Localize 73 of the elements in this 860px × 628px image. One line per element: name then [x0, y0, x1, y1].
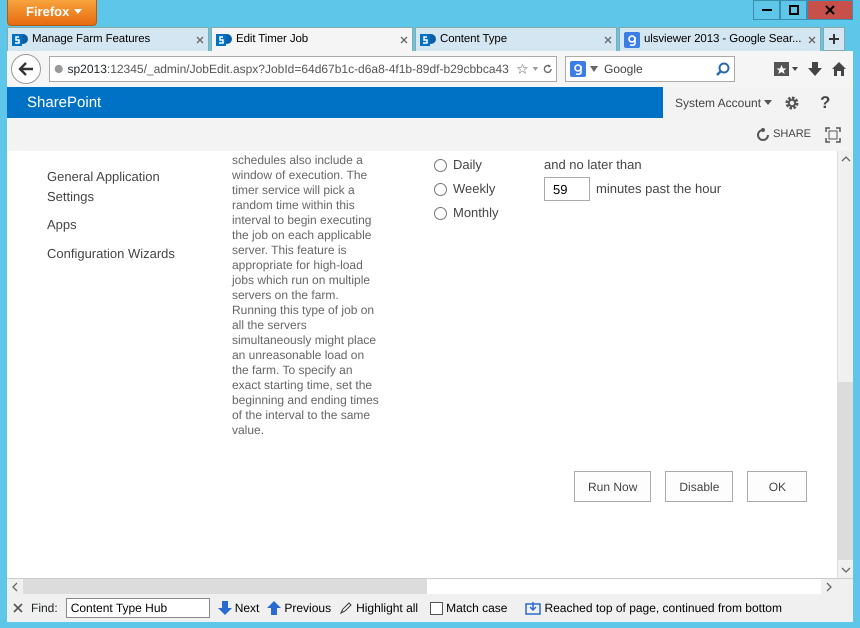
scrollbar-thumb[interactable]	[838, 382, 853, 560]
search-icon[interactable]	[716, 62, 730, 76]
minimize-button[interactable]	[753, 0, 780, 20]
tab-title: Edit Timer Job	[236, 32, 310, 47]
back-arrow-icon	[18, 62, 34, 76]
home-icon[interactable]	[831, 61, 847, 77]
next-button[interactable]: Next	[218, 599, 260, 617]
marker-icon	[339, 601, 354, 615]
bookmarks-icon[interactable]	[773, 61, 799, 77]
find-label: Find:	[31, 600, 58, 617]
close-icon[interactable]	[400, 36, 408, 44]
site-icon	[216, 32, 232, 48]
plus-icon	[828, 33, 840, 45]
up-arrow-icon	[267, 600, 282, 616]
nav-link[interactable]: Configuration Wizards	[47, 244, 187, 263]
nav-link[interactable]: General Application Settings	[47, 167, 187, 206]
tab-title: Content Type	[440, 32, 508, 47]
close-icon[interactable]	[196, 36, 204, 44]
radio-option[interactable]: Daily	[434, 153, 544, 177]
url-text: sp2013:12345/_admin/JobEdit.aspx?JobId=64d67b1c-d6a8-4f1b-89df-b29cbbca43	[68, 61, 509, 78]
dropdown-icon[interactable]	[590, 66, 598, 72]
maximize-icon	[788, 5, 798, 15]
search-engine-icon	[624, 32, 640, 48]
tab-title: ulsviewer 2013 - Google Sear...	[644, 32, 802, 47]
highlight-button[interactable]: Highlight all	[339, 599, 418, 617]
previous-button[interactable]: Previous	[267, 599, 332, 617]
reload-icon[interactable]	[542, 62, 552, 76]
download-icon[interactable]	[807, 61, 823, 77]
radio-option[interactable]: Weekly	[434, 177, 544, 201]
action-button[interactable]: Disable	[665, 471, 734, 502]
address-bar[interactable]: sp2013:12345/_admin/JobEdit.aspx?JobId=64d67b1c-d6a8-4f1b-89df-b29cbbca43	[49, 56, 557, 82]
match-case-checkbox[interactable]: Match case	[430, 599, 508, 617]
field-label: minutes past the hour	[596, 180, 722, 198]
browser-tab[interactable]: ulsviewer 2013 - Google Sear...	[619, 27, 821, 51]
wrap-icon	[525, 601, 542, 615]
browser-tab[interactable]: Manage Farm Features	[7, 27, 209, 51]
scrollbar-thumb[interactable]	[23, 579, 427, 594]
site-icon	[420, 32, 436, 48]
radio-option[interactable]: Monthly	[434, 201, 544, 225]
caret-icon	[764, 100, 772, 105]
caret-icon	[74, 9, 82, 14]
description-text: schedules also include a window of execution. The timer service will pick a random time within this interval to begin executing the job on each applicable server. This feature is appropriate for high-load jobs which run on multiple servers on the farm. Running this type of job on all the servers simultaneously might place an unreasonable load on the farm. To specify an exact starting time, set the beginning and ending times of the interval to the same value.	[232, 153, 380, 438]
site-icon	[12, 32, 28, 48]
share-button[interactable]: SHARE	[756, 126, 811, 143]
find-field[interactable]: Content Type Hub	[66, 598, 210, 618]
back-button[interactable]	[11, 54, 41, 84]
close-icon[interactable]	[808, 36, 816, 44]
tab-title: Manage Farm Features	[32, 32, 152, 47]
field-label: and no later than	[544, 156, 642, 174]
status-message: Reached top of page, continued from bottom	[525, 599, 782, 617]
browser-tab[interactable]: Edit Timer Job	[211, 27, 413, 51]
close-icon[interactable]	[604, 36, 612, 44]
search-engine-icon[interactable]	[570, 61, 586, 77]
action-button[interactable]: Run Now	[574, 471, 652, 502]
dropdown-icon[interactable]	[532, 65, 538, 73]
browser-tab[interactable]: Content Type	[415, 27, 617, 51]
close-icon[interactable]	[13, 603, 23, 613]
down-arrow-icon	[218, 600, 232, 616]
maximize-button[interactable]	[780, 0, 807, 20]
user-menu[interactable]: System Account	[675, 94, 772, 112]
help-button[interactable]: ?	[820, 90, 830, 116]
minutes-field[interactable]: 59	[544, 177, 590, 201]
brand-name[interactable]: SharePoint	[7, 87, 663, 118]
action-button[interactable]: OK	[747, 471, 808, 502]
close-button[interactable]	[807, 0, 853, 20]
close-icon	[825, 5, 835, 15]
nav-link[interactable]: Apps	[47, 215, 187, 234]
focus-icon[interactable]	[825, 126, 841, 142]
minimize-icon	[762, 9, 772, 11]
share-icon	[756, 128, 770, 142]
settings-icon[interactable]	[784, 94, 800, 110]
search-box[interactable]: Google	[565, 56, 735, 82]
new-tab-button[interactable]	[823, 27, 845, 51]
